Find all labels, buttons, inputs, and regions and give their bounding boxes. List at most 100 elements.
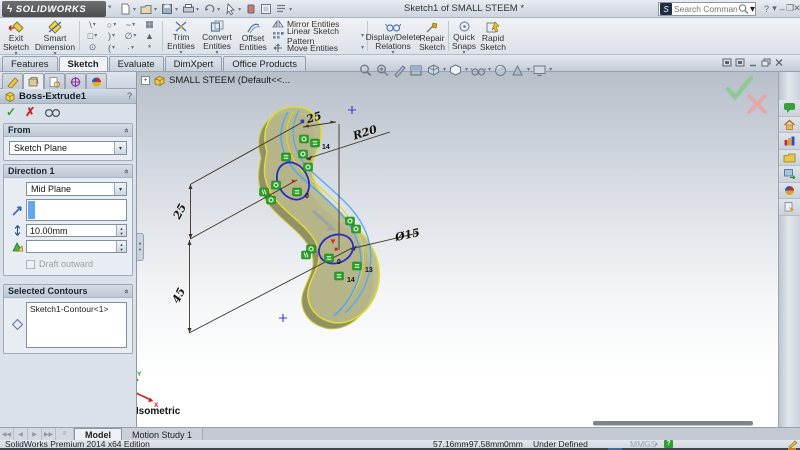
linear-pattern-flyout-icon[interactable]: ▾ (361, 33, 364, 39)
solidworks-logo[interactable]: ϟ SOLIDWORKS (2, 1, 106, 17)
new-document-icon[interactable] (118, 2, 132, 16)
trim-flyout-icon[interactable]: ▾ (179, 50, 182, 56)
pm-help-icon[interactable]: ? (127, 91, 132, 101)
ellipse-tool[interactable]: ∅ ▾ (125, 31, 137, 42)
move-entities-flyout-icon[interactable]: ▾ (361, 45, 364, 51)
select-pointer-icon[interactable] (223, 2, 237, 16)
doc-minimize-icon[interactable] (748, 58, 758, 67)
group-contours-header[interactable]: Selected Contours » (4, 285, 132, 298)
minimize-button[interactable]: – (778, 2, 786, 15)
print-icon[interactable] (181, 2, 195, 16)
pm-ok-button[interactable]: ✓ (6, 105, 16, 119)
dimension-label[interactable]: 45 (170, 286, 189, 306)
dimension-label[interactable]: Ø15 (393, 226, 421, 244)
offset-entities-button[interactable]: Offset Entities (236, 18, 270, 54)
confirm-cancel-icon[interactable] (747, 94, 767, 114)
edit-appearance-icon[interactable] (493, 63, 508, 78)
text-tool[interactable]: * (148, 43, 152, 53)
view-palette-tab[interactable] (779, 166, 800, 183)
doc-window-icon[interactable] (722, 58, 732, 67)
pm-preview-icon[interactable] (44, 107, 61, 118)
linear-pattern-button[interactable]: Linear Sketch Pattern ▾ (272, 26, 364, 46)
draft-outward-checkbox-row[interactable]: Draft outward (26, 259, 127, 269)
search-flyout-icon[interactable]: ▾ (750, 4, 755, 15)
units-selector[interactable]: MMGS (630, 440, 656, 449)
draft-outward-checkbox[interactable] (26, 259, 35, 269)
end-condition-arrow-icon[interactable]: ▾ (114, 183, 126, 195)
repair-sketch-button[interactable]: Repair Sketch (417, 18, 447, 54)
exit-sketch-flyout-icon[interactable]: ▾ (14, 51, 17, 57)
save-icon[interactable] (160, 2, 174, 16)
fillet-tool[interactable]: · ▾ (127, 43, 134, 53)
convert-entities-button[interactable]: Convert Entities ▾ (198, 18, 236, 56)
file-properties-icon[interactable] (274, 2, 288, 16)
tree-root-label[interactable]: SMALL STEEM (Default<<... (169, 75, 290, 86)
custom-properties-tab[interactable] (779, 199, 800, 216)
zoom-area-icon[interactable] (375, 63, 390, 78)
zoom-fit-icon[interactable] (358, 63, 373, 78)
view-orientation-icon[interactable] (426, 63, 441, 78)
collapse-chevron-icon[interactable]: » (121, 128, 130, 132)
direction-reference-field[interactable] (26, 199, 127, 221)
depth-spin-buttons[interactable]: ▴ ▾ (116, 225, 126, 236)
dimension-label[interactable]: 25 (170, 202, 189, 222)
end-condition-select[interactable]: Mid Plane ▾ (26, 182, 127, 196)
new-flyout-icon[interactable]: ▾ (133, 6, 136, 13)
smart-dimension-flyout-icon[interactable]: ▾ (53, 51, 56, 57)
collapse-chevron-icon[interactable]: » (121, 289, 130, 293)
tab-office-products[interactable]: Office Products (223, 56, 307, 71)
doc-restore-icon[interactable] (761, 58, 771, 67)
sketch-picture-tool[interactable]: ▦ (145, 19, 154, 30)
resources-tab[interactable] (779, 116, 800, 133)
units-flyout-icon[interactable]: ▴ (655, 440, 658, 448)
doc-close-icon[interactable] (774, 58, 784, 67)
display-style-flyout-icon[interactable]: ▾ (465, 67, 468, 73)
slot-tool[interactable]: ⊙ (89, 42, 97, 53)
tab-configurationmanager[interactable] (44, 73, 65, 89)
tab-sketch[interactable]: Sketch (58, 56, 108, 71)
close-button[interactable]: ✕ (793, 2, 800, 15)
select-flyout-icon[interactable]: ▾ (238, 6, 241, 13)
options-icon[interactable] (259, 2, 273, 16)
file-explorer-tab[interactable] (779, 149, 800, 166)
graphics-area[interactable]: 25 R20 Ø15 25 45 14 0 0 13 14 Y X sometr… (137, 72, 778, 427)
open-document-icon[interactable] (139, 2, 153, 16)
move-entities-button[interactable]: Move Entities ▾ (272, 43, 364, 54)
circle-tool[interactable]: ○ ▾ (107, 20, 116, 30)
undo-flyout-icon[interactable]: ▾ (217, 6, 220, 13)
view-settings-flyout-icon[interactable]: ▾ (549, 67, 552, 73)
quick-snaps-button[interactable]: Quick Snaps ▾ (450, 18, 478, 56)
tab-dimxpert[interactable]: DimXpert (164, 56, 223, 71)
display-relations-flyout-icon[interactable]: ▾ (391, 50, 394, 56)
tab-propertymanager[interactable] (23, 73, 44, 89)
section-view-icon[interactable] (409, 63, 424, 78)
group-from-header[interactable]: From » (4, 124, 132, 137)
open-flyout-icon[interactable]: ▾ (154, 6, 157, 13)
search-icon[interactable] (737, 3, 750, 15)
polygon-tool[interactable]: ▲ (145, 31, 154, 41)
save-flyout-icon[interactable]: ▾ (175, 6, 178, 13)
trim-entities-button[interactable]: Trim Entities ▾ (164, 18, 198, 56)
status-help-icon[interactable]: ? (664, 440, 673, 448)
pm-cancel-button[interactable]: ✗ (25, 105, 35, 119)
tree-expander-icon[interactable]: + (141, 76, 150, 85)
tab-displaymanager[interactable] (86, 73, 107, 89)
tab-evaluate[interactable]: Evaluate (108, 56, 164, 71)
print-flyout-icon[interactable]: ▾ (196, 6, 199, 13)
tab-features[interactable]: Features (2, 56, 58, 71)
depth-spinner[interactable]: 10.00mm ▴ ▾ (26, 224, 127, 237)
undo-icon[interactable] (202, 2, 216, 16)
contour-item[interactable]: Sketch1-Contour<1> (30, 304, 108, 314)
arc3pt-tool[interactable]: (▾ (108, 43, 115, 53)
draft-spin-buttons[interactable]: ▴ ▾ (116, 241, 126, 252)
spline-tool[interactable]: ~ ▾ (126, 20, 135, 30)
hide-show-flyout-icon[interactable]: ▾ (488, 67, 491, 73)
from-select[interactable]: Sketch Plane ▾ (9, 141, 127, 155)
from-select-arrow-icon[interactable]: ▾ (114, 142, 126, 154)
logo-flyout-icon[interactable]: ▾ (108, 3, 112, 11)
rapid-sketch-button[interactable]: Rapid Sketch (478, 18, 508, 54)
rebuild-icon[interactable] (244, 2, 258, 16)
search-input[interactable] (674, 4, 737, 14)
doc-window2-icon[interactable] (735, 58, 745, 67)
exit-sketch-button[interactable]: Exit Sketch ▾ (0, 18, 32, 57)
